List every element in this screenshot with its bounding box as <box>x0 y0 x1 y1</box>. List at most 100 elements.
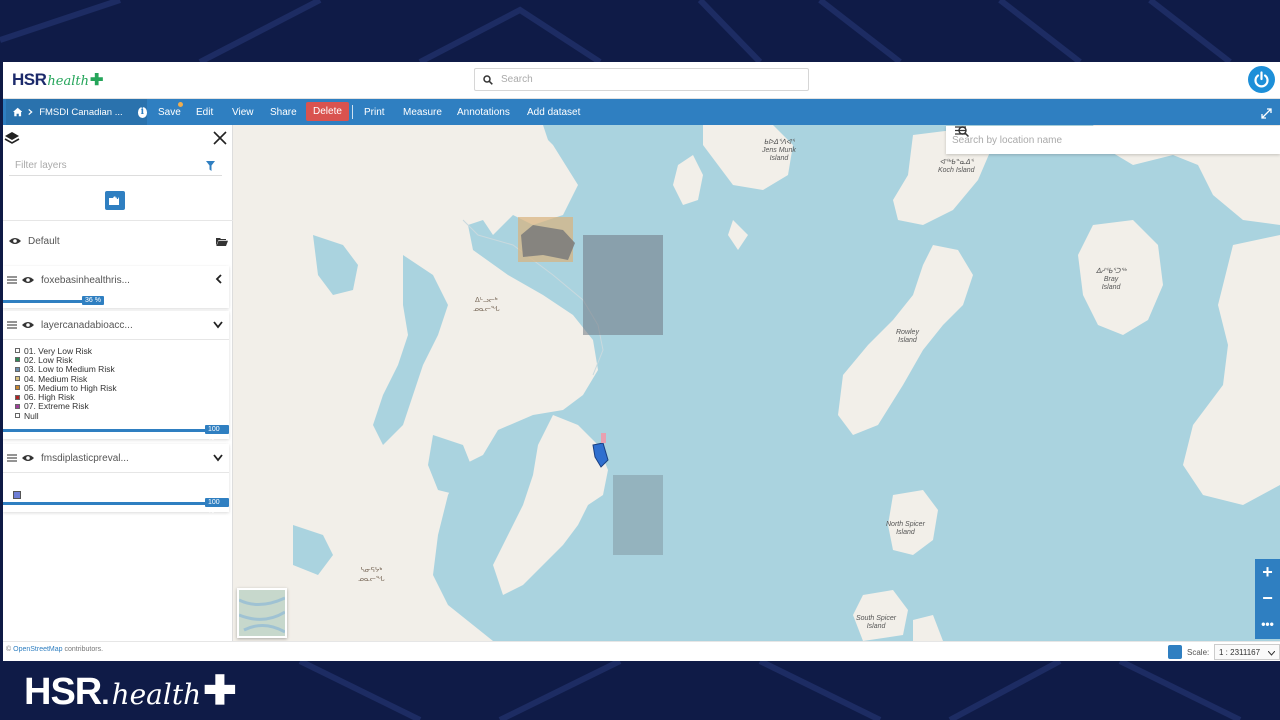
chevron-down-icon <box>1268 651 1275 656</box>
more-options-button[interactable]: ••• <box>1255 611 1280 637</box>
edit-button[interactable]: Edit <box>196 99 213 125</box>
filter-icon[interactable] <box>206 160 215 171</box>
legend-swatch <box>15 385 20 391</box>
legend-swatch <box>15 394 20 400</box>
opacity-value: 36 % <box>82 296 104 305</box>
legend-swatch <box>15 403 20 409</box>
map-label-rowley: Rowley Island <box>896 329 919 344</box>
annotations-button[interactable]: Annotations <box>457 99 510 125</box>
layer-row[interactable]: layercanadabioacc... <box>3 311 229 339</box>
layer-item[interactable]: layercanadabioacc... 01. Very Low Risk 02… <box>3 311 229 442</box>
map-label-jens-munk: ᑲᐅᐃᕐᐱᐊᕐ Jens Munk Island <box>762 139 796 162</box>
close-icon[interactable] <box>212 130 228 146</box>
menu-icon[interactable] <box>955 126 966 135</box>
legend-swatch <box>15 348 20 354</box>
eye-icon[interactable] <box>22 276 34 284</box>
background-band-top <box>0 0 1280 62</box>
map-basemap <box>233 125 1280 641</box>
add-group-button[interactable] <box>105 191 125 210</box>
brand-logo[interactable]: HSR health ✚ <box>12 70 103 90</box>
legend-item: 04. Medium Risk <box>15 374 117 384</box>
layer-name[interactable]: foxebasinhealthris... <box>41 275 171 286</box>
map-label-north-spicer: North Spicer Island <box>886 521 925 536</box>
drag-handle-icon[interactable] <box>7 321 17 329</box>
layer-legend: 01. Very Low Risk 02. Low Risk 03. Low to … <box>15 346 117 421</box>
map-canvas[interactable]: ᑲᐅᐃᕐᐱᐊᕐ Jens Munk Island ᐊᖅᑲᓐᓇᐃᕐ Koch Islan… <box>233 125 1280 641</box>
legend-item: 02. Low Risk <box>15 355 117 365</box>
opacity-value: 100 % <box>205 425 229 442</box>
add-dataset-button[interactable]: Add dataset <box>527 99 580 125</box>
layer-name[interactable]: fmsdiplasticpreval... <box>41 453 171 464</box>
legend-swatch <box>13 491 21 499</box>
map-footer: © OpenStreetMap contributors. Scale: 1 :… <box>3 641 1280 661</box>
measure-button[interactable]: Measure <box>403 99 442 125</box>
filter-layers-field[interactable] <box>9 156 222 176</box>
fullscreen-icon[interactable] <box>1261 106 1272 124</box>
breadcrumb-map-name[interactable]: FMSDI Canadian ... <box>39 107 122 118</box>
scale-select[interactable]: 1 : 2311167 <box>1214 644 1280 660</box>
drag-handle-icon[interactable] <box>7 454 17 462</box>
opacity-slider[interactable] <box>3 300 84 303</box>
toolbar-divider <box>352 105 353 119</box>
zoom-in-button[interactable]: + <box>1255 559 1280 585</box>
global-search[interactable] <box>474 68 809 91</box>
logo-hsr-text: HSR <box>12 70 47 89</box>
layer-item[interactable]: fmsdiplasticpreval... 100 % <box>3 444 229 515</box>
global-search-input[interactable] <box>501 74 791 85</box>
layer-group-default[interactable]: Default <box>3 230 233 252</box>
legend-item: Null <box>15 411 117 421</box>
scale-value: 1 : 2311167 <box>1219 647 1261 657</box>
chevron-down-icon[interactable] <box>213 454 223 462</box>
map-label-igloolik: ᐃᒡᓗᓕᒃ ᓄᓇᓕᖓ <box>473 297 500 313</box>
layers-icon <box>4 132 20 144</box>
power-button[interactable] <box>1248 66 1275 93</box>
chevron-down-icon[interactable] <box>213 321 223 329</box>
eye-icon[interactable] <box>22 454 34 462</box>
zoom-out-button[interactable]: − <box>1255 585 1280 611</box>
layer-divider <box>3 472 229 473</box>
opacity-slider[interactable] <box>3 502 229 505</box>
layers-panel: Default foxebasinhealthris... 36 % layer… <box>3 125 233 641</box>
opacity-slider[interactable] <box>3 429 229 432</box>
delete-button[interactable]: Delete <box>306 102 349 121</box>
scale-label: Scale: <box>1187 648 1210 657</box>
location-search-input[interactable] <box>946 134 1226 146</box>
share-button[interactable]: Share <box>270 99 297 125</box>
osm-link[interactable]: OpenStreetMap <box>13 646 62 653</box>
attribution: © OpenStreetMap contributors. <box>6 646 104 653</box>
layer-item[interactable]: foxebasinhealthris... 36 % <box>3 266 229 308</box>
legend-swatch <box>15 366 20 372</box>
chevron-left-icon[interactable] <box>215 274 223 284</box>
breadcrumb[interactable]: FMSDI Canadian ... i <box>6 99 147 125</box>
layer-row[interactable]: foxebasinhealthris... <box>3 266 229 294</box>
power-icon <box>1254 71 1269 88</box>
logo-health-text: health <box>47 74 89 89</box>
background-pattern <box>0 0 1232 62</box>
layer-name[interactable]: layercanadabioacc... <box>41 320 171 331</box>
search-icon <box>475 74 501 85</box>
eye-icon[interactable] <box>22 321 34 329</box>
folder-open-icon[interactable] <box>216 237 228 246</box>
app-window: HSR health ✚ FMSDI Canadian ... i Save E <box>3 62 1280 661</box>
home-icon[interactable] <box>13 107 23 117</box>
print-button[interactable]: Print <box>364 99 385 125</box>
eye-icon[interactable] <box>9 237 21 245</box>
map-label-koch: ᐊᖅᑲᓐᓇᐃᕐ Koch Island <box>938 159 975 174</box>
map-label-hall-beach: ᓴᓂᕋᔭᒃ ᓄᓇᓕᖓ <box>358 567 385 583</box>
view-button[interactable]: View <box>232 99 254 125</box>
info-icon[interactable]: i <box>137 106 147 118</box>
legend-swatch <box>15 357 20 363</box>
layer-divider <box>3 339 229 340</box>
bottom-brand-logo: HSR . health ✚ <box>24 668 237 714</box>
overview-minimap[interactable] <box>237 588 287 638</box>
scale-icon[interactable] <box>1168 645 1182 659</box>
unsaved-indicator <box>178 102 183 107</box>
bottom-logo-hsr: HSR <box>24 671 102 713</box>
drag-handle-icon[interactable] <box>7 276 17 284</box>
location-search[interactable] <box>946 126 1280 154</box>
bottom-logo-dot: . <box>101 678 110 711</box>
legend-swatch <box>15 376 20 382</box>
layer-row[interactable]: fmsdiplasticpreval... <box>3 444 229 472</box>
add-folder-icon <box>109 195 120 205</box>
filter-layers-input[interactable] <box>9 160 199 171</box>
